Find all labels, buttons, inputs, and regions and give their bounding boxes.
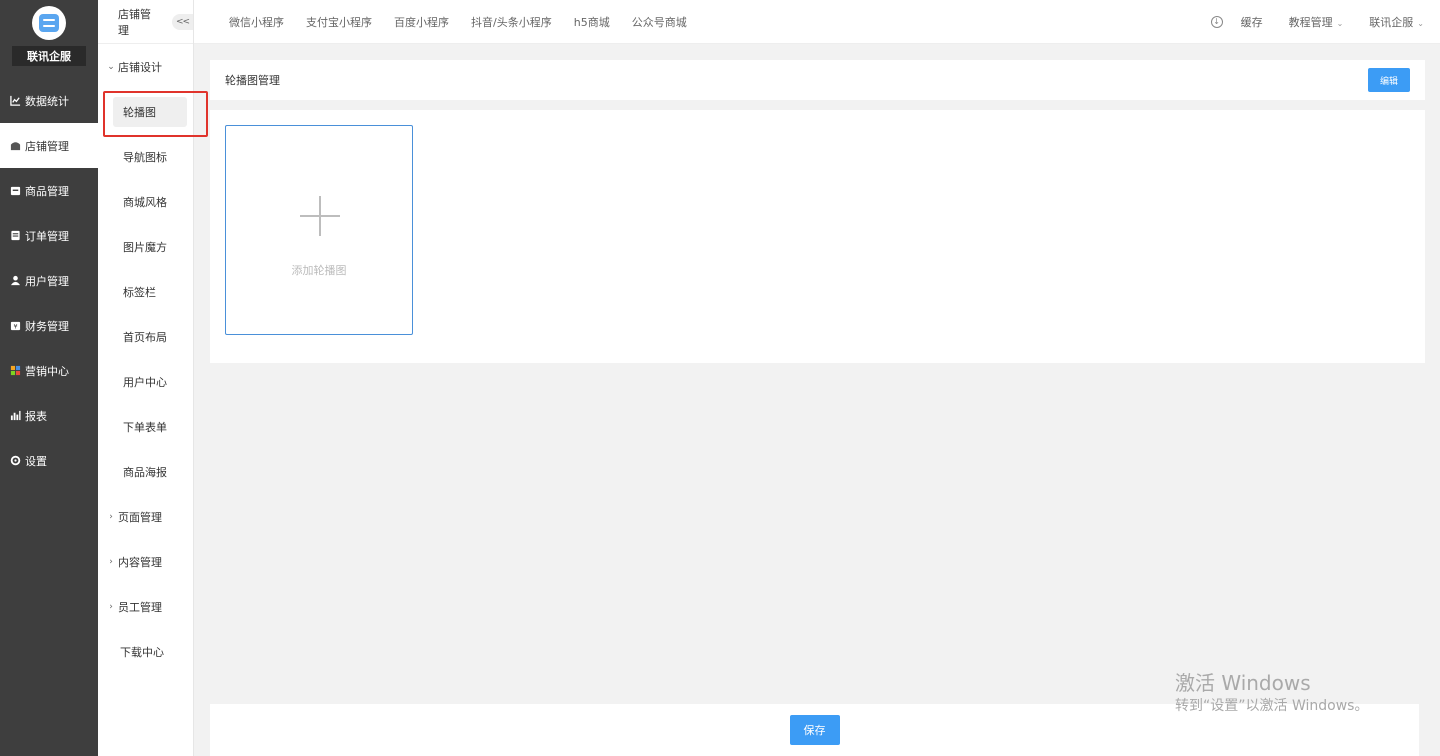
menu-group-staff-manage[interactable]: › 员工管理 <box>98 584 193 629</box>
submenu-item-label: 商品海报 <box>123 465 167 479</box>
tab-baidu-miniapp[interactable]: 百度小程序 <box>394 14 449 30</box>
menu-group-content-manage[interactable]: › 内容管理 <box>98 539 193 584</box>
footer-action-bar: 保存 <box>210 704 1419 756</box>
submenu-item-download-center[interactable]: 下载中心 <box>98 629 193 674</box>
submenu-item-image-cube[interactable]: 图片魔方 <box>98 224 193 269</box>
submenu-item-label: 导航图标 <box>123 150 167 164</box>
tab-h5-store[interactable]: h5商城 <box>574 14 610 30</box>
sidebar-item-label: 店铺管理 <box>25 139 69 153</box>
submenu-item-label: 首页布局 <box>123 330 167 344</box>
plus-icon <box>300 196 340 236</box>
menu-group-page-manage[interactable]: › 页面管理 <box>98 494 193 539</box>
sidebar-item-label: 用户管理 <box>25 274 69 288</box>
submenu-item-label: 图片魔方 <box>123 240 167 254</box>
top-bar: 微信小程序 支付宝小程序 百度小程序 抖音/头条小程序 h5商城 公众号商城 ↓… <box>194 0 1440 44</box>
sidebar-item-label: 商品管理 <box>25 184 69 198</box>
submenu-item-product-poster[interactable]: 商品海报 <box>98 449 193 494</box>
account-label: 联讯企服 <box>1369 15 1414 29</box>
store-logo-icon[interactable] <box>32 6 66 40</box>
user-icon <box>9 275 21 287</box>
chevron-down-icon: ⌄ <box>107 61 115 72</box>
carousel-list-panel: 添加轮播图 <box>210 110 1425 363</box>
submenu-item-order-form[interactable]: 下单表单 <box>98 404 193 449</box>
sidebar-item-label: 设置 <box>25 454 47 468</box>
account-dropdown[interactable]: 联讯企服 ⌄ <box>1369 14 1424 30</box>
collapse-menu-button[interactable]: << <box>172 13 193 30</box>
sidebar-item-label: 订单管理 <box>25 229 69 243</box>
submenu-item-tab-bar[interactable]: 标签栏 <box>98 269 193 314</box>
platform-tabs: 微信小程序 支付宝小程序 百度小程序 抖音/头条小程序 h5商城 公众号商城 <box>194 14 709 30</box>
menu-group-label: 内容管理 <box>118 555 162 569</box>
submenu-item-label: 下载中心 <box>120 645 164 659</box>
sidebar-item-label: 财务管理 <box>25 319 69 333</box>
gear-icon <box>9 455 21 467</box>
box-icon <box>9 185 21 197</box>
submenu-item-label: 下单表单 <box>123 420 167 434</box>
sidebar-item-settings[interactable]: 设置 <box>0 438 98 483</box>
sidebar-item-label: 营销中心 <box>25 364 69 378</box>
chevron-right-icon: › <box>109 511 113 522</box>
page-title: 轮播图管理 <box>225 74 280 87</box>
main-sidebar: 联讯企服 数据统计 店铺管理 商品管理 订单管理 用户管理 ¥ 财务管理 营销中… <box>0 0 98 756</box>
submenu-item-label: 商城风格 <box>123 195 167 209</box>
submenu-item-label: 标签栏 <box>123 285 156 299</box>
menu-group-shop-design[interactable]: ⌄ 店铺设计 <box>98 44 193 89</box>
finance-icon: ¥ <box>9 320 21 332</box>
tab-alipay-miniapp[interactable]: 支付宝小程序 <box>306 14 372 30</box>
top-right-actions: ↓ 缓存 教程管理 ⌄ 联讯企服 ⌄ <box>1210 14 1440 30</box>
sidebar-item-reports[interactable]: 报表 <box>0 393 98 438</box>
tutorial-label: 教程管理 <box>1288 15 1333 29</box>
bar-chart-icon <box>9 410 21 422</box>
sidebar-item-marketing[interactable]: 营销中心 <box>0 348 98 393</box>
submenu-title: 店铺管理 <box>118 7 151 37</box>
brand-name: 联讯企服 <box>12 46 86 66</box>
sidebar-item-orders[interactable]: 订单管理 <box>0 213 98 258</box>
submenu-item-label: 用户中心 <box>123 375 167 389</box>
order-icon <box>9 230 21 242</box>
download-icon[interactable]: ↓ <box>1210 15 1223 28</box>
submenu-item-nav-icons[interactable]: 导航图标 <box>98 134 193 179</box>
sidebar-item-products[interactable]: 商品管理 <box>0 168 98 213</box>
carousel-manage-header: 轮播图管理 编辑 <box>210 60 1425 100</box>
submenu-header: 店铺管理 << <box>98 0 193 44</box>
tab-douyin-miniapp[interactable]: 抖音/头条小程序 <box>471 14 552 30</box>
sidebar-item-label: 报表 <box>25 409 47 423</box>
tab-official-account-store[interactable]: 公众号商城 <box>632 14 687 30</box>
marketing-icon <box>9 365 21 377</box>
chevron-down-icon: ⌄ <box>1417 18 1424 28</box>
menu-group-label: 页面管理 <box>118 510 162 524</box>
menu-group-label: 店铺设计 <box>118 60 162 74</box>
add-carousel-label: 添加轮播图 <box>291 264 347 277</box>
submenu-item-store-style[interactable]: 商城风格 <box>98 179 193 224</box>
sidebar-item-finance[interactable]: ¥ 财务管理 <box>0 303 98 348</box>
edit-button[interactable]: 编辑 <box>1368 68 1410 92</box>
brand-area: 联讯企服 <box>0 0 98 78</box>
sidebar-item-users[interactable]: 用户管理 <box>0 258 98 303</box>
menu-group-label: 员工管理 <box>118 600 162 614</box>
sidebar-item-shop[interactable]: 店铺管理 <box>0 123 98 168</box>
chevron-down-icon: ⌄ <box>1336 18 1344 28</box>
secondary-menu: 店铺管理 << ⌄ 店铺设计 轮播图 导航图标 商城风格 图片魔方 标签栏 首页… <box>98 0 194 756</box>
add-carousel-card[interactable]: 添加轮播图 <box>225 125 413 335</box>
watermark-title: 激活 Windows <box>1175 671 1311 695</box>
line-chart-icon <box>9 95 21 107</box>
chevron-right-icon: › <box>109 601 113 612</box>
save-button[interactable]: 保存 <box>789 715 840 745</box>
cache-button[interactable]: 缓存 <box>1241 14 1263 30</box>
submenu-item-user-center[interactable]: 用户中心 <box>98 359 193 404</box>
submenu-item-home-layout[interactable]: 首页布局 <box>98 314 193 359</box>
sidebar-item-data-stats[interactable]: 数据统计 <box>0 78 98 123</box>
chevron-right-icon: › <box>109 556 113 567</box>
tutorial-dropdown[interactable]: 教程管理 ⌄ <box>1289 14 1344 30</box>
shop-icon <box>9 140 21 152</box>
submenu-item-carousel[interactable]: 轮播图 <box>98 89 193 134</box>
tab-wechat-miniapp[interactable]: 微信小程序 <box>229 14 284 30</box>
submenu-item-label: 轮播图 <box>123 105 156 119</box>
svg-text:¥: ¥ <box>13 323 17 331</box>
sidebar-item-label: 数据统计 <box>25 94 69 108</box>
